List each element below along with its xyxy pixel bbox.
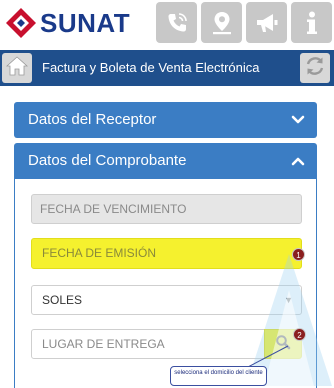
chevron-up-icon <box>291 143 305 179</box>
panel-label: Datos del Comprobante <box>28 152 187 169</box>
panel-label: Datos del Receptor <box>28 111 157 128</box>
lugar-entrega-placeholder: LUGAR DE ENTREGA <box>42 337 165 351</box>
megaphone-icon[interactable] <box>246 2 287 43</box>
header-icons <box>156 2 332 43</box>
title-bar: Factura y Boleta de Venta Electrónica <box>0 50 334 86</box>
home-icon <box>5 55 29 82</box>
brand-name: SUNAT <box>40 7 131 38</box>
fecha-emision-placeholder: FECHA DE EMISIÓN <box>42 246 157 260</box>
app-screen: SUNAT Factura y Boleta de Venta Electrón… <box>0 0 334 388</box>
page-title: Factura y Boleta de Venta Electrónica <box>42 60 260 75</box>
chevron-down-icon <box>291 102 305 138</box>
home-button[interactable] <box>2 53 32 83</box>
top-header: SUNAT <box>0 0 334 50</box>
info-icon[interactable] <box>291 2 332 43</box>
step-badge-2: 2 <box>293 328 306 341</box>
phone-icon[interactable] <box>156 2 197 43</box>
sunat-logo: SUNAT <box>4 6 130 40</box>
location-pin-icon[interactable] <box>201 2 242 43</box>
panel-datos-comprobante[interactable]: Datos del Comprobante <box>14 143 317 179</box>
callout-tooltip: selecciona el domicilio del cliente <box>170 366 267 386</box>
fecha-vencimiento-field[interactable]: FECHA DE VENCIMIENTO <box>31 194 302 224</box>
sunat-logo-mark <box>4 6 38 40</box>
refresh-icon <box>304 55 326 82</box>
refresh-button[interactable] <box>300 53 330 83</box>
moneda-selected: SOLES <box>42 293 83 307</box>
lugar-entrega-field[interactable]: LUGAR DE ENTREGA <box>31 329 267 359</box>
fecha-vencimiento-placeholder: FECHA DE VENCIMIENTO <box>40 202 187 216</box>
step-badge-1: 1 <box>292 248 305 261</box>
panel-datos-receptor[interactable]: Datos del Receptor <box>14 102 317 138</box>
